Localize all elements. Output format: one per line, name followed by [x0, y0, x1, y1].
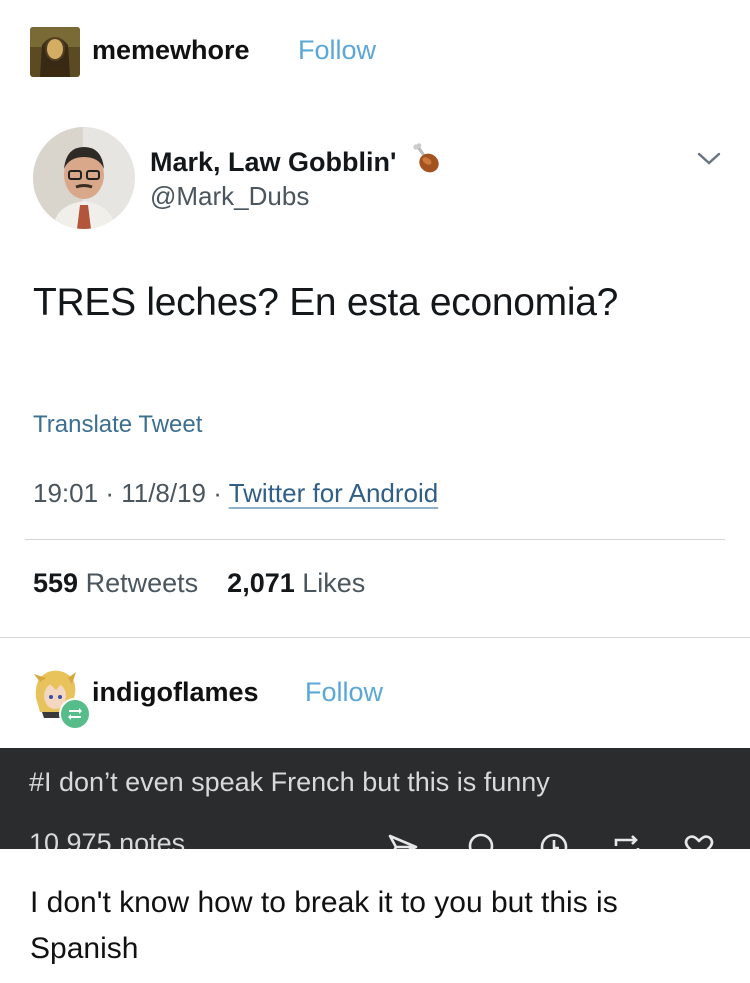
tweet-date: 11/8/19	[121, 478, 207, 508]
tweet-source-link[interactable]: Twitter for Android	[229, 478, 439, 508]
blog-name[interactable]: memewhore	[92, 35, 250, 66]
tweet-stats: 559 Retweets 2,071 Likes	[33, 568, 365, 599]
tweet-handle[interactable]: @Mark_Dubs	[150, 181, 309, 212]
heart-icon[interactable]	[682, 830, 716, 849]
reply-icon[interactable]	[464, 830, 498, 849]
divider	[25, 539, 725, 540]
tweet-meta: 19:01 · 11/8/19 · Twitter for Android	[33, 478, 438, 509]
divider	[0, 637, 750, 638]
tweet-time: 19:01	[33, 478, 99, 508]
separator: ·	[105, 478, 122, 508]
post-tag[interactable]: #I don’t even speak French but this is f…	[29, 767, 550, 798]
chevron-down-icon[interactable]	[696, 150, 722, 173]
reblog-action-icon[interactable]	[610, 830, 644, 849]
likes-label[interactable]: Likes	[302, 568, 365, 598]
blog-avatar[interactable]	[30, 27, 80, 77]
queue-icon[interactable]	[537, 830, 571, 849]
retweets-label[interactable]: Retweets	[86, 568, 199, 598]
post-caption: I don't know how to break it to you but …	[30, 886, 618, 965]
tweet-avatar[interactable]	[33, 127, 135, 229]
reblog-follow-button[interactable]: Follow	[305, 677, 383, 708]
reblog-blog-name[interactable]: indigoflames	[92, 677, 259, 708]
post-footer-bar: #I don’t even speak French but this is f…	[0, 748, 750, 849]
tweet-text: TRES leches? En esta economia?	[33, 281, 618, 324]
retweets-count[interactable]: 559	[33, 568, 78, 598]
drumstick-icon	[410, 143, 440, 182]
share-icon[interactable]	[386, 830, 420, 849]
notes-count[interactable]: 10,975 notes	[29, 828, 185, 849]
tweet-display-name[interactable]: Mark, Law Gobblin'	[150, 143, 440, 182]
display-name-text: Mark, Law Gobblin'	[150, 147, 397, 177]
reblog-icon	[59, 698, 91, 730]
likes-count[interactable]: 2,071	[227, 568, 295, 598]
translate-tweet-link[interactable]: Translate Tweet	[33, 411, 202, 439]
separator: ·	[213, 478, 229, 508]
follow-button[interactable]: Follow	[298, 35, 376, 66]
